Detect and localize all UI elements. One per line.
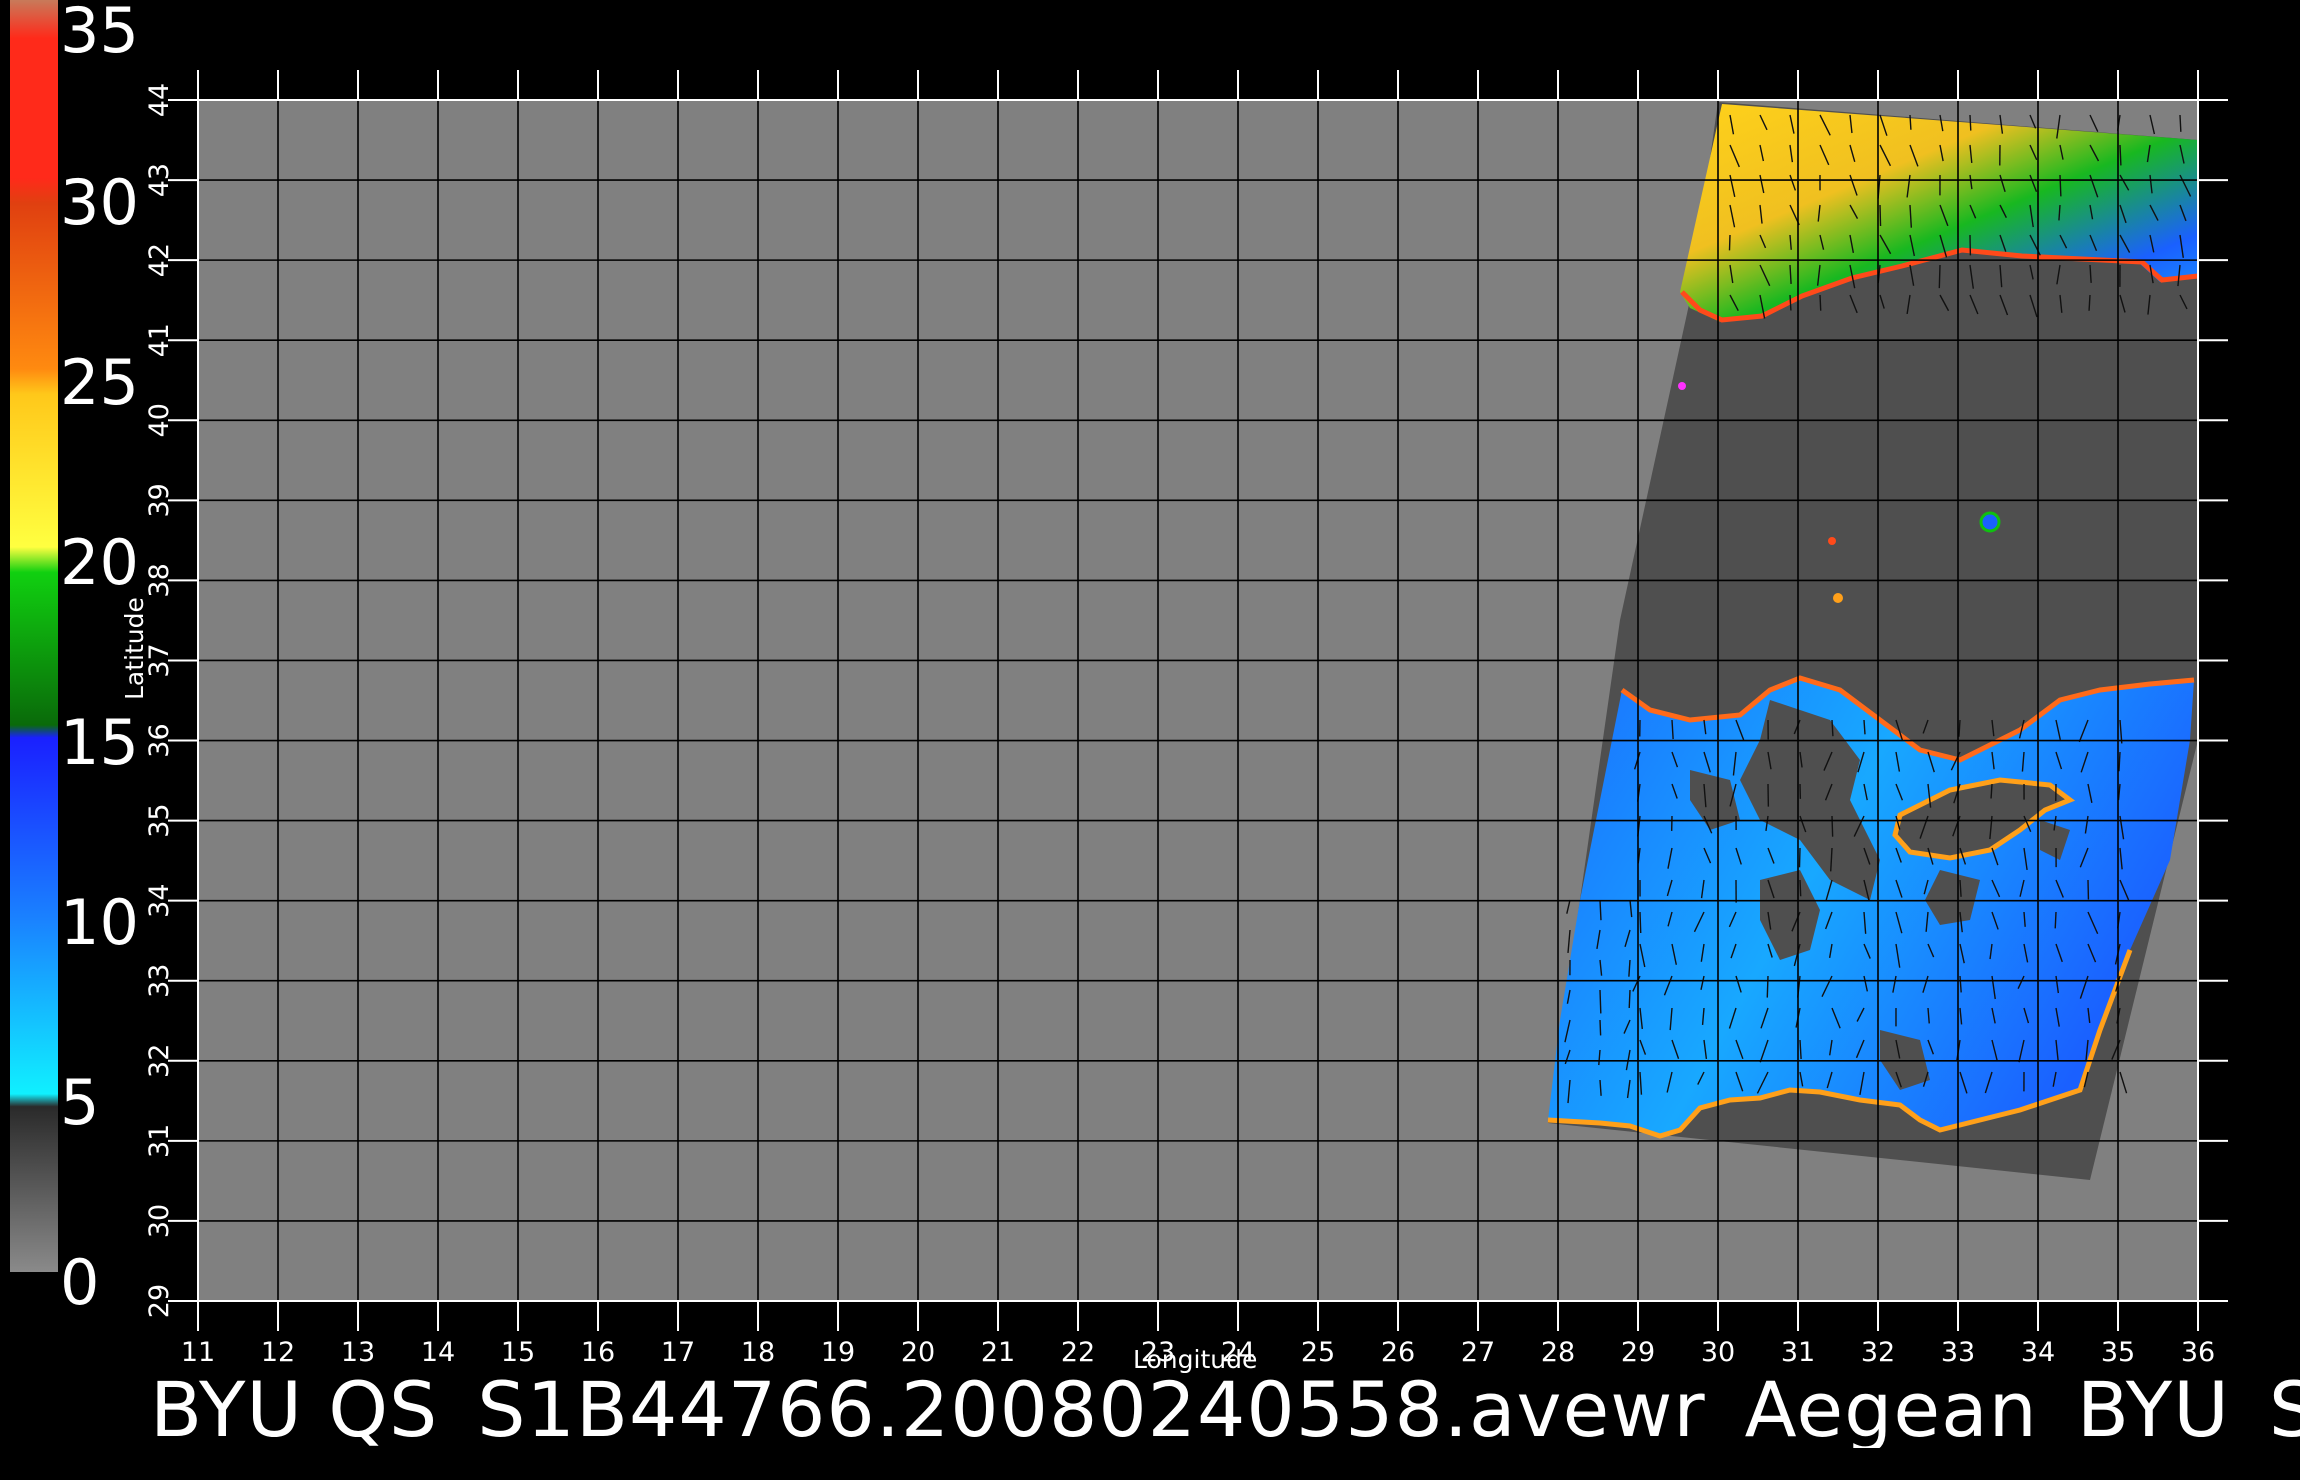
latitude-tick-label: 43 (144, 163, 175, 197)
wind-vector (1766, 975, 1769, 998)
wind-vector (2088, 294, 2091, 311)
longitude-tick-label: 15 (501, 1337, 535, 1368)
island-speck (1828, 537, 1836, 545)
longitude-tick-label: 19 (821, 1337, 855, 1368)
longitude-tick-label: 25 (1301, 1337, 1335, 1368)
wind-speed-map: 11 12 13 14 15 16 17 18 19 20 21 22 23 24 25 26 27 28 29 30… (10, 0, 2228, 1368)
latitude-tick-label: 30 (144, 1204, 175, 1238)
latitude-tick-label: 34 (144, 883, 175, 917)
longitude-tick-label: 26 (1381, 1337, 1415, 1368)
latitude-tick-labels: 29303132333435363738394041424344 (144, 83, 175, 1318)
wind-vector (1639, 911, 1642, 934)
longitude-tick-label: 16 (581, 1337, 615, 1368)
colorbar-label: 15 (60, 706, 139, 779)
longitude-tick-label: 34 (2021, 1337, 2055, 1368)
longitude-tick-label: 28 (1541, 1337, 1575, 1368)
wind-vector (1799, 879, 1802, 897)
wind-vector (1938, 264, 1941, 289)
colorbar-label: 5 (60, 1066, 100, 1139)
wind-vector (1879, 204, 1882, 226)
wind-vector (1728, 234, 1731, 251)
y-axis-title: Latitude (120, 597, 149, 700)
wind-vector (1628, 989, 1631, 1009)
wind-vector (1798, 847, 1801, 868)
latitude-tick-label: 41 (144, 323, 175, 357)
wind-vector (1831, 719, 1834, 737)
longitude-tick-label: 17 (661, 1337, 695, 1368)
wind-vector (2179, 114, 2182, 132)
latitude-tick-label: 42 (144, 243, 175, 277)
longitude-tick-label: 21 (981, 1337, 1015, 1368)
island-speck (1833, 593, 1843, 603)
latitude-tick-label: 31 (144, 1124, 175, 1158)
wind-vector (1831, 815, 1834, 837)
wind-vector (1909, 114, 1912, 130)
latitude-tick-label: 44 (144, 83, 175, 117)
wind-vector (2054, 911, 2057, 929)
wind-vector (1969, 114, 1972, 131)
wind-vector (1990, 783, 1993, 799)
island-speck (1678, 382, 1686, 390)
wind-vector (1599, 989, 1602, 1014)
longitude-tick-label: 30 (1701, 1337, 1735, 1368)
colorbar (10, 0, 58, 1272)
longitude-tick-label: 11 (181, 1337, 215, 1368)
longitude-tick-label: 12 (261, 1337, 295, 1368)
wind-vector (1599, 899, 1602, 921)
wind-vector (1599, 1019, 1602, 1036)
longitude-tick-label: 31 (1781, 1337, 1815, 1368)
colorbar-label: 25 (60, 346, 139, 419)
wind-vector (1789, 294, 1792, 311)
longitude-tick-label: 32 (1861, 1337, 1895, 1368)
colorbar-label: 35 (60, 0, 139, 67)
longitude-tick-label: 22 (1061, 1337, 1095, 1368)
image-caption: BYU QS_S1B44766.20080240558.avewr_Aegean… (150, 1372, 2300, 1448)
latitude-tick-label: 35 (144, 803, 175, 837)
latitude-tick-label: 38 (144, 563, 175, 597)
island-speck (1979, 511, 2001, 533)
longitude-tick-label: 18 (741, 1337, 775, 1368)
longitude-tick-label: 14 (421, 1337, 455, 1368)
x-axis-title: Longitude (1133, 1345, 1258, 1374)
longitude-tick-label: 27 (1461, 1337, 1495, 1368)
colorbar-label: 20 (60, 526, 139, 599)
longitude-tick-label: 35 (2101, 1337, 2135, 1368)
latitude-tick-label: 36 (144, 723, 175, 757)
latitude-tick-label: 33 (144, 964, 175, 998)
colorbar-label: 0 (60, 1246, 100, 1319)
latitude-tick-label: 39 (144, 483, 175, 517)
wind-vector (1863, 719, 1866, 735)
latitude-tick-label: 32 (144, 1044, 175, 1078)
longitude-tick-label: 33 (1941, 1337, 1975, 1368)
colorbar-label: 10 (60, 886, 139, 959)
wind-vector (1819, 294, 1822, 311)
longitude-tick-label: 36 (2181, 1337, 2215, 1368)
colorbar-label: 30 (60, 166, 139, 239)
wind-vector (2059, 174, 2062, 197)
longitude-tick-label: 20 (901, 1337, 935, 1368)
longitude-tick-label: 13 (341, 1337, 375, 1368)
wind-vector (2119, 144, 2122, 166)
longitude-tick-label: 29 (1621, 1337, 1655, 1368)
latitude-tick-label: 29 (144, 1284, 175, 1318)
latitude-tick-label: 40 (144, 403, 175, 437)
